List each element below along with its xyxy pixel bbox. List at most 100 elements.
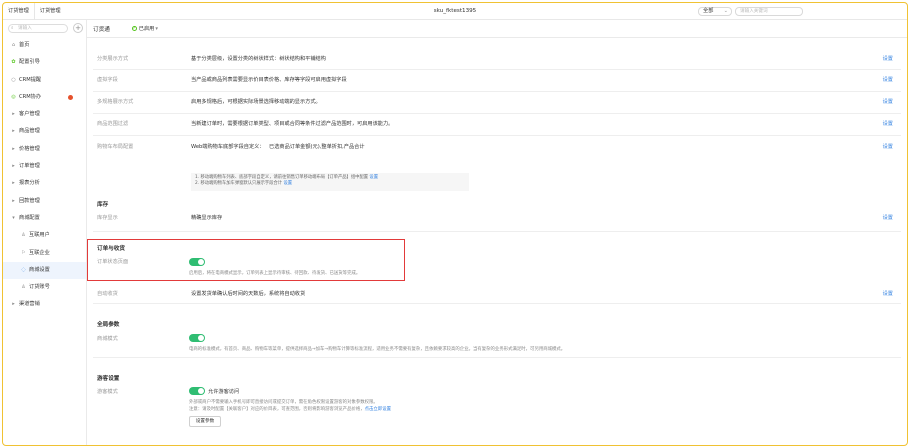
sidebar-item-0[interactable]: ⌂ 首页 — [3, 37, 86, 54]
status-dropdown[interactable]: ✓ 已启用 ▾ — [131, 25, 158, 32]
row-value: 设置发货单确认后时间的天数后，系统将自动收货 — [191, 291, 306, 297]
home-icon: ⌂ — [11, 42, 16, 48]
section-title-guest: 游客设置 — [97, 376, 120, 382]
settings-link[interactable]: 设置 — [883, 98, 893, 105]
guest-desc-1: 外部或商户不需要输入手机号即可直接访问或提交订单，需在角色权限设置游客的对象参数… — [189, 400, 378, 405]
assist-icon: ◎ — [11, 93, 16, 100]
expand-icon: ▸ — [12, 180, 15, 187]
row-value-fields: 已选商品订单金额(元),整单折扣,产品合计 — [269, 144, 365, 150]
chevron-down-icon: ▾ — [155, 25, 158, 32]
app-window: 订货管理 订货管理 sku_fktest1395 全部 ⌄ ⌕ + ⌂首页✿配置… — [2, 2, 908, 446]
sidebar-item-12[interactable]: ⚐ 互联企业 — [3, 245, 86, 262]
expand-icon: ▸ — [12, 163, 15, 170]
sidebar-item-9[interactable]: ▸ 回款管理 — [3, 193, 86, 210]
mall-mode-toggle[interactable] — [189, 334, 205, 342]
user-icon: ♙ — [21, 232, 26, 239]
sidebar-item-11[interactable]: ♙ 互联用户 — [3, 227, 86, 244]
setting-row-auto-receipt: 自动收货 设置发货单确认后时间的天数后，系统将自动收货 设置 — [93, 284, 901, 304]
sidebar-item-14[interactable]: ♙ 订货账号 — [3, 279, 86, 296]
sidebar-item-label: 互联用户 — [29, 232, 50, 239]
global-search-input[interactable] — [735, 7, 803, 16]
top-bar: 订货管理 订货管理 sku_fktest1395 全部 ⌄ — [3, 3, 907, 20]
sidebar-item-label: CRM提醒 — [19, 76, 42, 83]
mall-mode-label: 商城模式 — [97, 336, 118, 342]
tab-order-management[interactable]: 订货管理 — [3, 3, 35, 20]
section-title-inventory: 库存 — [97, 202, 109, 208]
sidebar-item-label: 订单管理 — [19, 163, 40, 170]
chevron-down-icon: ⌄ — [723, 8, 728, 14]
row-label: 购物车布局配置 — [97, 144, 134, 150]
tab-order-management-2[interactable]: 订货管理 — [35, 3, 66, 20]
row-value: 精确显示库存 — [191, 215, 223, 221]
sidebar-item-7[interactable]: ▸ 订单管理 — [3, 158, 86, 175]
note-settings-link[interactable]: 设置 — [369, 175, 378, 180]
sidebar-item-label: 订货账号 — [29, 284, 50, 291]
sidebar-item-3[interactable]: ◎ CRM协办 — [3, 89, 86, 106]
account-icon: ♙ — [21, 284, 26, 291]
sidebar-item-label: 首页 — [19, 42, 30, 48]
settings-link[interactable]: 设置 — [883, 214, 893, 221]
add-icon[interactable]: + — [73, 23, 83, 33]
sidebar-item-label: 渠道营销 — [19, 301, 40, 308]
sidebar-search-row: ⌕ + — [3, 20, 86, 37]
sidebar-item-label: CRM协办 — [19, 93, 42, 100]
cart-layout-note: 1. 移动端购物车列表、底部字段自定义，请前往销售订单移动端布局【订单产品】组中… — [191, 173, 469, 191]
settings-link[interactable]: 设置 — [883, 290, 893, 297]
collapse-icon: ▾ — [12, 214, 15, 221]
setting-row-cart-layout: 购物车布局配置 Web端购物车底部字段自定义： 已选商品订单金额(元),整单折扣… — [93, 136, 901, 202]
guest-mode-label: 游客模式 — [97, 389, 118, 395]
flag-icon: ⚐ — [21, 249, 26, 256]
sidebar-item-label: 互联企业 — [29, 249, 50, 256]
section-title-global-params: 全局参数 — [97, 322, 120, 328]
sidebar-item-label: 价格管理 — [19, 145, 40, 152]
divider — [93, 357, 901, 358]
setting-row-inventory: 库存显示 精确显示库存 设置 — [93, 210, 901, 232]
settings-icon: ◌ — [21, 266, 26, 273]
row-value: 基于分类层级，设置分类的树状样式：树状结构和平铺结构 — [191, 56, 326, 62]
setting-row-category-display: 分类展示方式 基于分类层级，设置分类的树状样式：树状结构和平铺结构 设置 — [93, 50, 901, 70]
sidebar-item-label: 客户管理 — [19, 111, 40, 118]
settings-link[interactable]: 设置 — [883, 55, 893, 62]
highlight-box — [87, 239, 405, 281]
main-header: 订货通 ✓ 已启用 ▾ — [87, 20, 907, 38]
mall-mode-desc: 电商的标准模式，有首页、商品、购物车等菜单，提供选择商品→加车→购物车计算等标准… — [189, 347, 566, 352]
scope-label: 全部 — [703, 8, 714, 14]
guide-icon: ✿ — [11, 59, 16, 66]
note-settings-link-2[interactable]: 设置 — [283, 181, 292, 186]
search-icon: ⌕ — [11, 26, 14, 31]
setting-row-product-filter: 商品范围过滤 当新建订单时，需要根据订单类型、项目或合同等条件过滤产品范围时，可… — [93, 114, 901, 136]
row-label: 自动收货 — [97, 291, 118, 297]
sidebar-item-13[interactable]: ◌ 商城设置 — [3, 261, 86, 280]
notification-badge — [68, 94, 73, 100]
sidebar-item-6[interactable]: ▸ 价格管理 — [3, 141, 86, 158]
sidebar-item-15[interactable]: ▸ 渠道营销 — [3, 296, 86, 313]
scope-select[interactable]: 全部 ⌄ — [698, 7, 732, 16]
bell-icon: ○ — [11, 76, 16, 83]
guest-toggle-label: 允许游客访问 — [208, 389, 240, 395]
sidebar-search-input[interactable] — [8, 24, 68, 33]
guest-setup-link[interactable]: 点击立即设置 — [365, 407, 391, 412]
sidebar-item-label: 回款管理 — [19, 197, 40, 204]
sidebar-item-4[interactable]: ▸ 客户管理 — [3, 106, 86, 123]
check-circle-icon: ✓ — [131, 26, 137, 31]
settings-link[interactable]: 设置 — [883, 120, 893, 127]
sidebar-item-2[interactable]: ○ CRM提醒 — [3, 72, 86, 89]
sidebar-item-1[interactable]: ✿ 配置引导 — [3, 54, 86, 71]
set-params-button[interactable]: 设置参数 — [189, 416, 221, 427]
settings-link[interactable]: 设置 — [883, 76, 893, 83]
row-value: 当产品或商品列表需要显示价目表价格、库存等字段可启用虚拟字段 — [191, 77, 347, 83]
guest-desc-2: 注意：请及时配置【关联客户】对应的价目表，可查范围，否则将影响游客浏览产品价格，… — [189, 407, 391, 412]
expand-icon: ▸ — [12, 128, 15, 135]
sidebar-menu: ⌂ 首页 ✿ 配置引导 ○ CRM提醒 ◎ CRM协办 ▸ 客户管理 ▸ 商品管理 ▸ 价格管理 ▸ 订单管理… — [3, 37, 86, 314]
main-content: 订货通 ✓ 已启用 ▾ 分类展示方式 基于分类层级，设置分类的树状样式：树状结构… — [87, 20, 907, 445]
row-label: 库存显示 — [97, 215, 118, 221]
guest-mode-toggle[interactable] — [189, 387, 205, 395]
sidebar-item-5[interactable]: ▸ 商品管理 — [3, 123, 86, 140]
settings-link[interactable]: 设置 — [883, 143, 893, 150]
row-value: Web端购物车底部字段自定义： — [191, 144, 265, 150]
status-label: 已启用 — [138, 26, 155, 32]
row-value: 当新建订单时，需要根据订单类型、项目或合同等条件过滤产品范围时，可启用该能力。 — [191, 121, 394, 127]
sidebar-item-label: 配置引导 — [19, 59, 40, 66]
sidebar-item-10[interactable]: ▾ 商城配置 — [3, 210, 86, 227]
sidebar-item-8[interactable]: ▸ 报表分析 — [3, 175, 86, 192]
